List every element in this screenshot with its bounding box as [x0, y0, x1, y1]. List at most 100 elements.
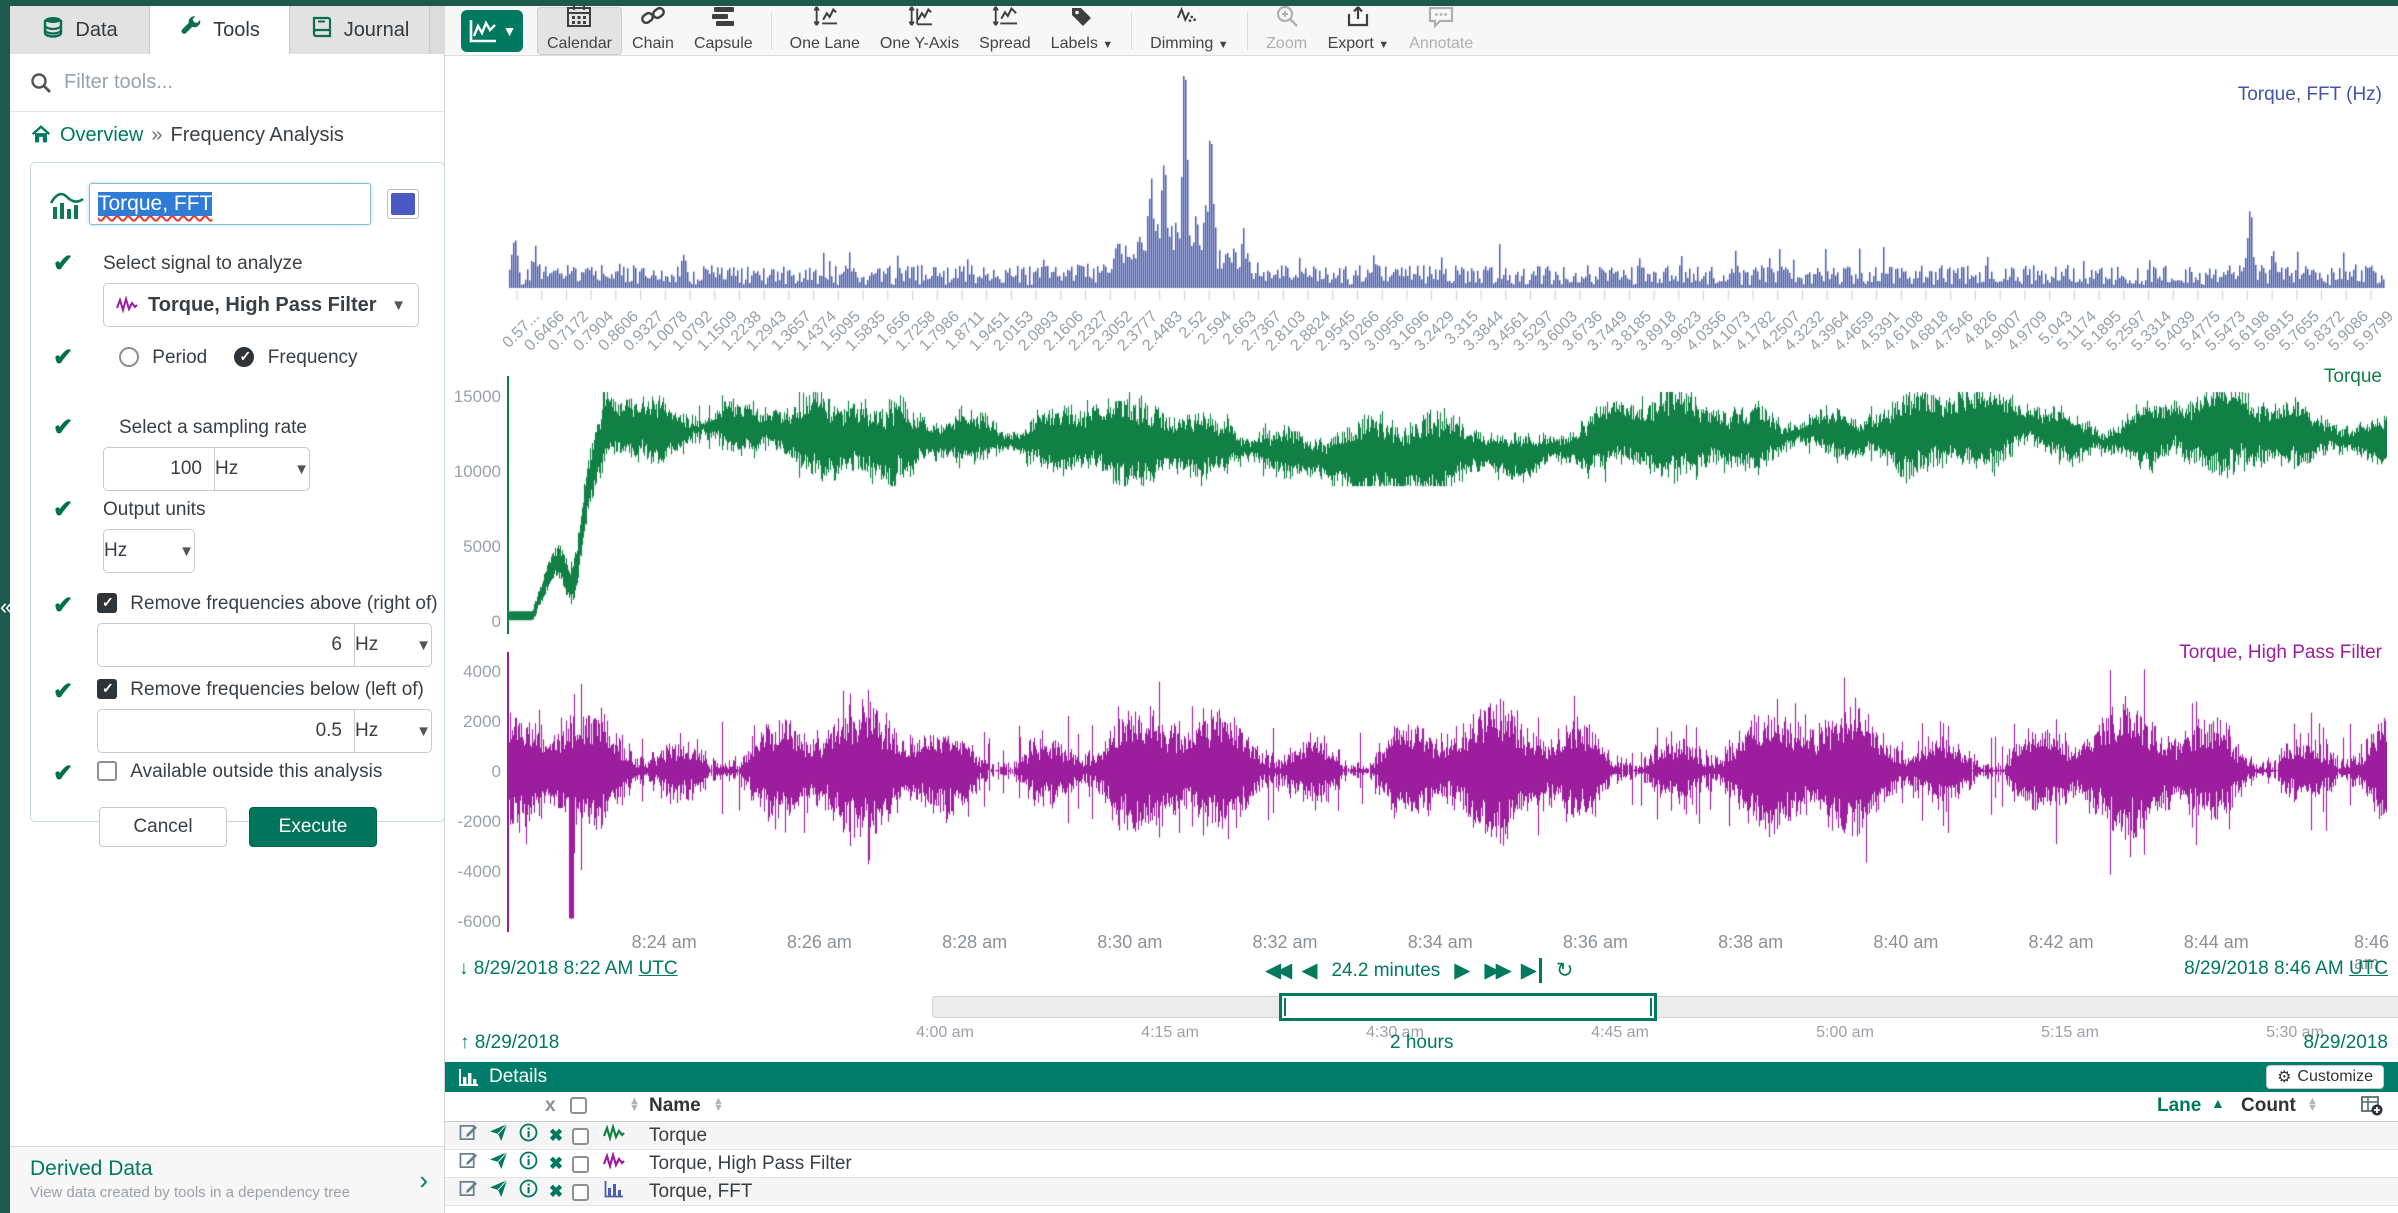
remove-above-unit-select[interactable]: Hz ▼	[354, 623, 432, 667]
add-column-icon[interactable]	[2361, 1096, 2383, 1116]
refresh-icon[interactable]: ↻	[1556, 958, 1574, 983]
edit-icon[interactable]	[457, 1179, 479, 1204]
timeline-track[interactable]	[932, 996, 2398, 1018]
remove-below-checkbox[interactable]	[97, 679, 117, 699]
row-name[interactable]: Torque, FFT	[649, 1181, 752, 1203]
frequency-radio[interactable]	[234, 347, 254, 367]
tab-tools[interactable]: Tools	[150, 6, 290, 54]
breadcrumb-overview-link[interactable]: Overview	[60, 124, 143, 147]
signal-select-value: Torque, High Pass Filter	[148, 294, 377, 317]
remove-below-label: Remove frequencies below (left of)	[130, 679, 424, 700]
remove-above-input[interactable]: 6	[97, 623, 355, 667]
check-icon: ✔	[53, 591, 73, 620]
zoom-icon	[1274, 4, 1300, 33]
wrench-icon	[179, 15, 203, 45]
row-checkbox[interactable]	[569, 1125, 591, 1147]
row-name[interactable]: Torque, High Pass Filter	[649, 1153, 852, 1175]
one-lane-icon	[812, 4, 838, 33]
sort-icon[interactable]: ▲▼	[2307, 1098, 2318, 1112]
signal-icon	[603, 1124, 625, 1148]
worksheet-view-button[interactable]: ▼	[461, 10, 523, 52]
sampling-rate-input[interactable]: 100	[103, 447, 215, 491]
row-name[interactable]: Torque	[649, 1125, 707, 1147]
toolbar-spread-button[interactable]: Spread	[969, 7, 1041, 55]
send-to-worksheet-icon[interactable]	[487, 1123, 509, 1148]
info-icon[interactable]	[517, 1179, 539, 1204]
toolbar-one-lane-button[interactable]: One Lane	[780, 7, 870, 55]
toolbar-export-button[interactable]: Export ▼	[1318, 7, 1400, 55]
investigate-date-right: 8/29/2018	[2303, 1032, 2388, 1054]
chevron-right-icon: ›	[419, 1165, 428, 1196]
toolbar-chain-button[interactable]: Chain	[622, 7, 684, 55]
edit-icon[interactable]	[457, 1123, 479, 1148]
range-duration-label[interactable]: 24.2 minutes	[1331, 960, 1440, 982]
lane-column-header[interactable]: Lane	[2157, 1095, 2201, 1117]
timeline-selection[interactable]	[1279, 993, 1657, 1021]
remove-icon[interactable]: ✖	[545, 1181, 567, 1203]
sampling-unit-select[interactable]: Hz ▼	[214, 447, 310, 491]
time-axis-tick-label: 8:44 am	[2184, 932, 2249, 953]
table-row[interactable]: ✖ Torque, FFT	[445, 1178, 2398, 1206]
select-all-checkbox[interactable]	[570, 1097, 587, 1114]
toolbar-one-y-axis-button[interactable]: One Y-Axis	[870, 7, 969, 55]
row-checkbox[interactable]	[569, 1181, 591, 1203]
step-forward-button[interactable]: ▶	[1454, 958, 1470, 983]
toolbar-dimming-button[interactable]: Dimming ▼	[1140, 7, 1238, 55]
step-to-end-button[interactable]: ▶	[1521, 958, 1542, 983]
remove-icon[interactable]: ✖	[545, 1153, 567, 1175]
color-swatch-chip	[391, 193, 415, 215]
range-end-link[interactable]: 8/29/2018 8:46 AM UTC	[2184, 958, 2388, 980]
sort-icon[interactable]: ▲▼	[629, 1098, 640, 1112]
time-axis-tick-label: 8:30 am	[1097, 932, 1162, 953]
customize-button[interactable]: ⚙ Customize	[2266, 1065, 2384, 1089]
time-axis-tick-label: 8:24 am	[632, 932, 697, 953]
fft-spectrum-chart[interactable]	[507, 70, 2387, 302]
signal-select[interactable]: Torque, High Pass Filter ▼	[103, 283, 419, 327]
breadcrumb-separator: »	[151, 124, 162, 147]
row-checkbox[interactable]	[569, 1153, 591, 1175]
remove-above-checkbox[interactable]	[97, 593, 117, 613]
derived-data-footer[interactable]: Derived Data View data created by tools …	[10, 1146, 444, 1213]
table-row[interactable]: ✖Torque, High Pass Filter2145100	[445, 1150, 2398, 1178]
step-back-fast-button[interactable]: ◀◀	[1265, 958, 1287, 983]
edit-icon[interactable]	[457, 1151, 479, 1176]
toolbar-capsule-button[interactable]: Capsule	[684, 7, 763, 55]
info-icon[interactable]	[517, 1151, 539, 1176]
table-row[interactable]: ✖Torque1145100	[445, 1122, 2398, 1150]
toolbar-separator	[1131, 12, 1132, 50]
check-icon: ✔	[53, 495, 73, 524]
tab-journal[interactable]: Journal	[290, 6, 430, 54]
period-radio[interactable]	[119, 347, 139, 367]
sort-icon[interactable]: ▲▼	[713, 1098, 724, 1112]
tab-data[interactable]: Data	[10, 6, 150, 54]
tool-name-input[interactable]: Torque, FFT	[89, 183, 371, 225]
home-icon[interactable]	[30, 124, 52, 146]
info-icon[interactable]	[517, 1123, 539, 1148]
hpf-signal-chart[interactable]	[509, 653, 2387, 931]
count-column-header[interactable]: Count	[2241, 1095, 2296, 1117]
remove-all-button[interactable]: x	[545, 1095, 556, 1117]
fft-tool-icon	[49, 187, 85, 221]
cancel-button[interactable]: Cancel	[99, 807, 227, 847]
dimming-icon	[1176, 4, 1202, 33]
range-start-link[interactable]: ↓ 8/29/2018 8:22 AM UTC	[459, 958, 678, 980]
toolbar-calendar-button[interactable]: Calendar	[537, 7, 622, 55]
step-back-button[interactable]: ◀	[1301, 958, 1317, 983]
trend-chart-area: Torque, FFT (Hz) 0.57...0.64660.71720.79…	[445, 56, 2398, 956]
remove-icon[interactable]: ✖	[545, 1125, 567, 1147]
remove-below-input[interactable]: 0.5	[97, 709, 355, 753]
filter-tools-input[interactable]	[64, 71, 394, 94]
remove-below-unit-select[interactable]: Hz ▼	[354, 709, 432, 753]
investigate-date-left[interactable]: ↑ 8/29/2018	[460, 1032, 559, 1054]
toolbar-labels-button[interactable]: Labels ▼	[1041, 7, 1123, 55]
timeline-range-label[interactable]: 2 hours	[1390, 1032, 1453, 1054]
execute-button[interactable]: Execute	[249, 807, 377, 847]
step-forward-fast-button[interactable]: ▶▶	[1484, 958, 1506, 983]
send-to-worksheet-icon[interactable]	[487, 1179, 509, 1204]
name-column-header[interactable]: Name	[649, 1095, 701, 1117]
send-to-worksheet-icon[interactable]	[487, 1151, 509, 1176]
available-outside-checkbox[interactable]	[97, 761, 117, 781]
color-swatch-button[interactable]	[387, 189, 419, 219]
torque-signal-chart[interactable]	[509, 377, 2387, 633]
output-units-select[interactable]: Hz ▼	[103, 529, 195, 573]
